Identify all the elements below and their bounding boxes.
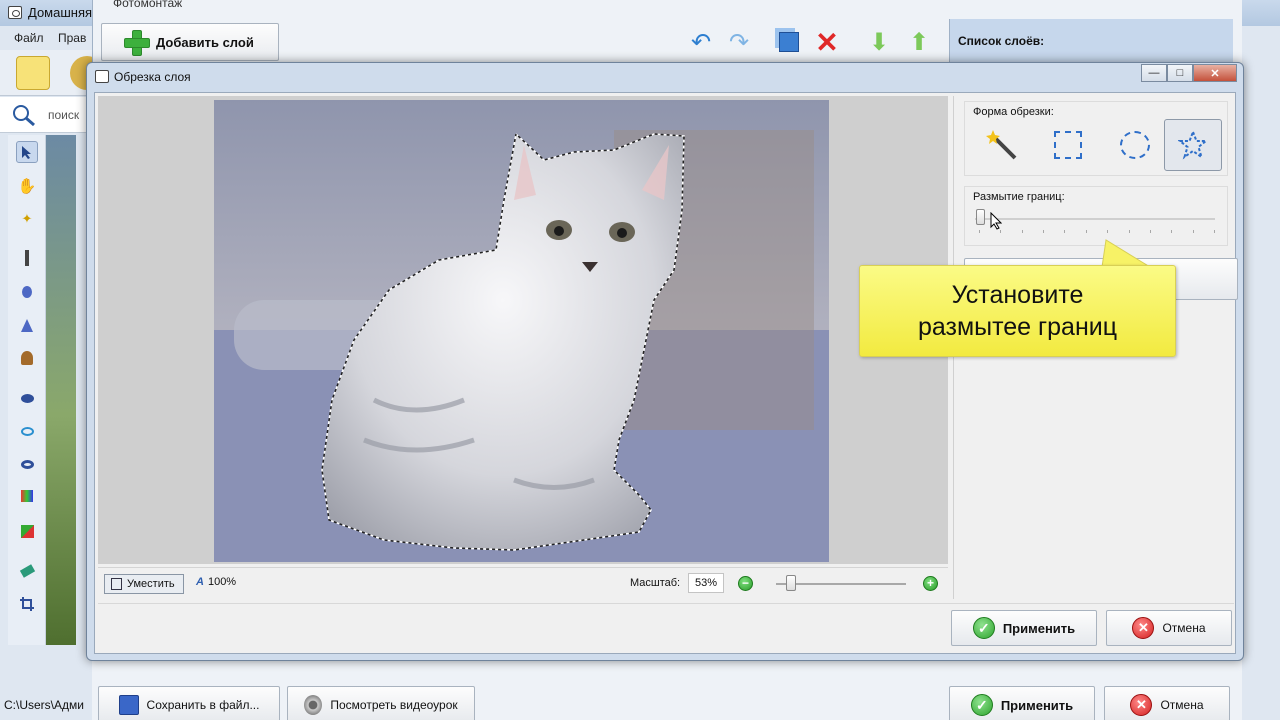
sharpen-tool-icon[interactable] [16,314,38,336]
edge-blur-ticks [979,230,1215,233]
delete-layer-icon[interactable]: ✕ [813,27,841,58]
actual-size-label: 100% [207,576,237,588]
rectangle-shape-button[interactable] [1039,119,1097,171]
tutorial-callout: Установите размытее границ [859,265,1176,357]
maximize-button[interactable]: □ [1167,64,1193,82]
eraser-tool-icon[interactable] [16,560,38,582]
photomontage-footer: Сохранить в файл... Посмотреть видеоурок… [92,660,1242,720]
dialog-titlebar[interactable]: Обрезка слоя — □ ✕ [87,63,1243,91]
scale-label: Масштаб: [630,577,681,589]
layer-down-icon[interactable]: ⬇ [865,27,893,57]
dialog-apply-button[interactable]: ✓ Применить [951,610,1097,646]
ellipse-selection-icon [1120,131,1150,159]
save-to-file-button[interactable]: Сохранить в файл... [98,686,280,720]
magic-wand-tool-icon[interactable]: ✦ [16,208,38,230]
zoom-bar: Уместить A 100% Масштаб: 53% − + [98,567,948,599]
zoom-out-icon[interactable]: − [738,576,753,591]
zoom-slider-thumb[interactable] [785,575,796,591]
close-button[interactable]: ✕ [1193,64,1237,82]
dialog-apply-label: Применить [1002,620,1076,636]
floppy-disk-icon [118,695,139,715]
edge-blur-label: Размытие границ: [973,191,1065,203]
dialog-title: Обрезка слоя [114,70,191,84]
ellipse-tool-icon[interactable] [16,420,38,442]
edge-blur-slider-thumb[interactable] [976,209,985,225]
crop-shape-label: Форма обрезки: [973,106,1054,118]
mouse-cursor-icon [990,212,1002,230]
actual-size-icon: A [196,576,204,588]
crop-layer-dialog: Обрезка слоя — □ ✕ Уместить A 100% Масшт… [86,62,1244,661]
crop-shape-group: Форма обрезки: [964,101,1228,176]
hand-tool-icon[interactable]: ✋ [16,175,38,197]
status-path: C:\Users\Адми [4,698,84,712]
dodge-tool-icon[interactable] [16,387,38,409]
main-cancel-label: Отмена [1160,698,1204,712]
main-apply-button[interactable]: ✓ Применить [949,686,1095,720]
cancel-x-icon: ✕ [1132,617,1155,639]
pointer-tool-icon[interactable] [16,141,38,163]
background-photo-strip [46,135,76,645]
magic-wand-icon [986,130,1017,160]
kitten-image [214,100,829,562]
add-layer-button[interactable]: Добавить слой [101,23,279,61]
crop-tool-icon[interactable] [16,593,38,615]
kitten-photo[interactable] [214,100,829,562]
watch-video-button[interactable]: Посмотреть видеоурок [287,686,475,720]
menu-file[interactable]: Файл [14,31,44,45]
menu-edit[interactable]: Прав [58,31,86,45]
checkmark-icon: ✓ [970,694,993,716]
drop-tool-icon[interactable] [16,281,38,303]
main-toolbar [0,50,104,96]
plus-icon [124,30,150,56]
layers-title: Список слоёв: [958,34,1045,48]
fit-icon [111,578,122,590]
canvas-area [98,96,948,564]
dialog-cancel-label: Отмена [1162,621,1206,635]
edge-blur-slider-track[interactable] [975,218,1215,220]
open-folder-icon[interactable] [16,56,50,90]
search-icon [13,105,35,126]
main-title: Домашняя [28,5,93,20]
freeform-shape-button[interactable] [1164,119,1222,171]
replace-color-tool-icon[interactable] [16,520,38,542]
actual-size-button[interactable]: A 100% [196,576,236,588]
cancel-x-icon: ✕ [1130,694,1153,716]
brush-tool-icon[interactable] [16,247,38,269]
fit-button[interactable]: Уместить [104,574,184,594]
camera-icon [95,70,109,83]
checkmark-icon: ✓ [972,617,995,639]
color-tool-icon[interactable] [16,485,38,507]
stamp-tool-icon[interactable] [16,347,38,369]
photomontage-title: Фотомонтаж [113,0,183,10]
layer-up-icon[interactable]: ⬆ [905,27,933,57]
add-layer-label: Добавить слой [156,34,254,50]
ellipse-shape-button[interactable] [1106,119,1164,171]
star-selection-icon [1178,130,1208,160]
dialog-footer: ✓ Применить ✕ Отмена [98,603,1234,651]
copy-layer-icon[interactable] [775,27,803,57]
camera-icon [8,6,22,19]
save-to-file-label: Сохранить в файл... [146,698,260,712]
rectangle-selection-icon [1054,131,1082,159]
main-apply-label: Применить [1000,697,1074,713]
callout-tail [1101,239,1152,268]
search-input[interactable]: поиск [48,108,79,122]
zoom-in-icon[interactable]: + [923,576,938,591]
redo-icon[interactable]: ↷ [725,27,753,57]
ring-tool-icon[interactable] [16,453,38,475]
main-cancel-button[interactable]: ✕ Отмена [1104,686,1230,720]
webcam-icon [304,695,323,715]
fit-label: Уместить [127,578,175,590]
tool-strip: ✋ ✦ [8,135,46,645]
minimize-button[interactable]: — [1141,64,1167,82]
dialog-cancel-button[interactable]: ✕ Отмена [1106,610,1232,646]
watch-video-label: Посмотреть видеоурок [330,698,458,712]
magic-wand-shape-button[interactable] [973,119,1031,171]
edge-blur-group: Размытие границ: [964,186,1228,246]
dialog-body: Уместить A 100% Масштаб: 53% − + Форма о… [94,92,1238,654]
menubar: Файл Прав [0,28,90,48]
scale-value-field[interactable]: 53% [688,573,724,593]
undo-icon[interactable]: ↶ [687,27,715,57]
search-row: поиск [0,97,95,133]
